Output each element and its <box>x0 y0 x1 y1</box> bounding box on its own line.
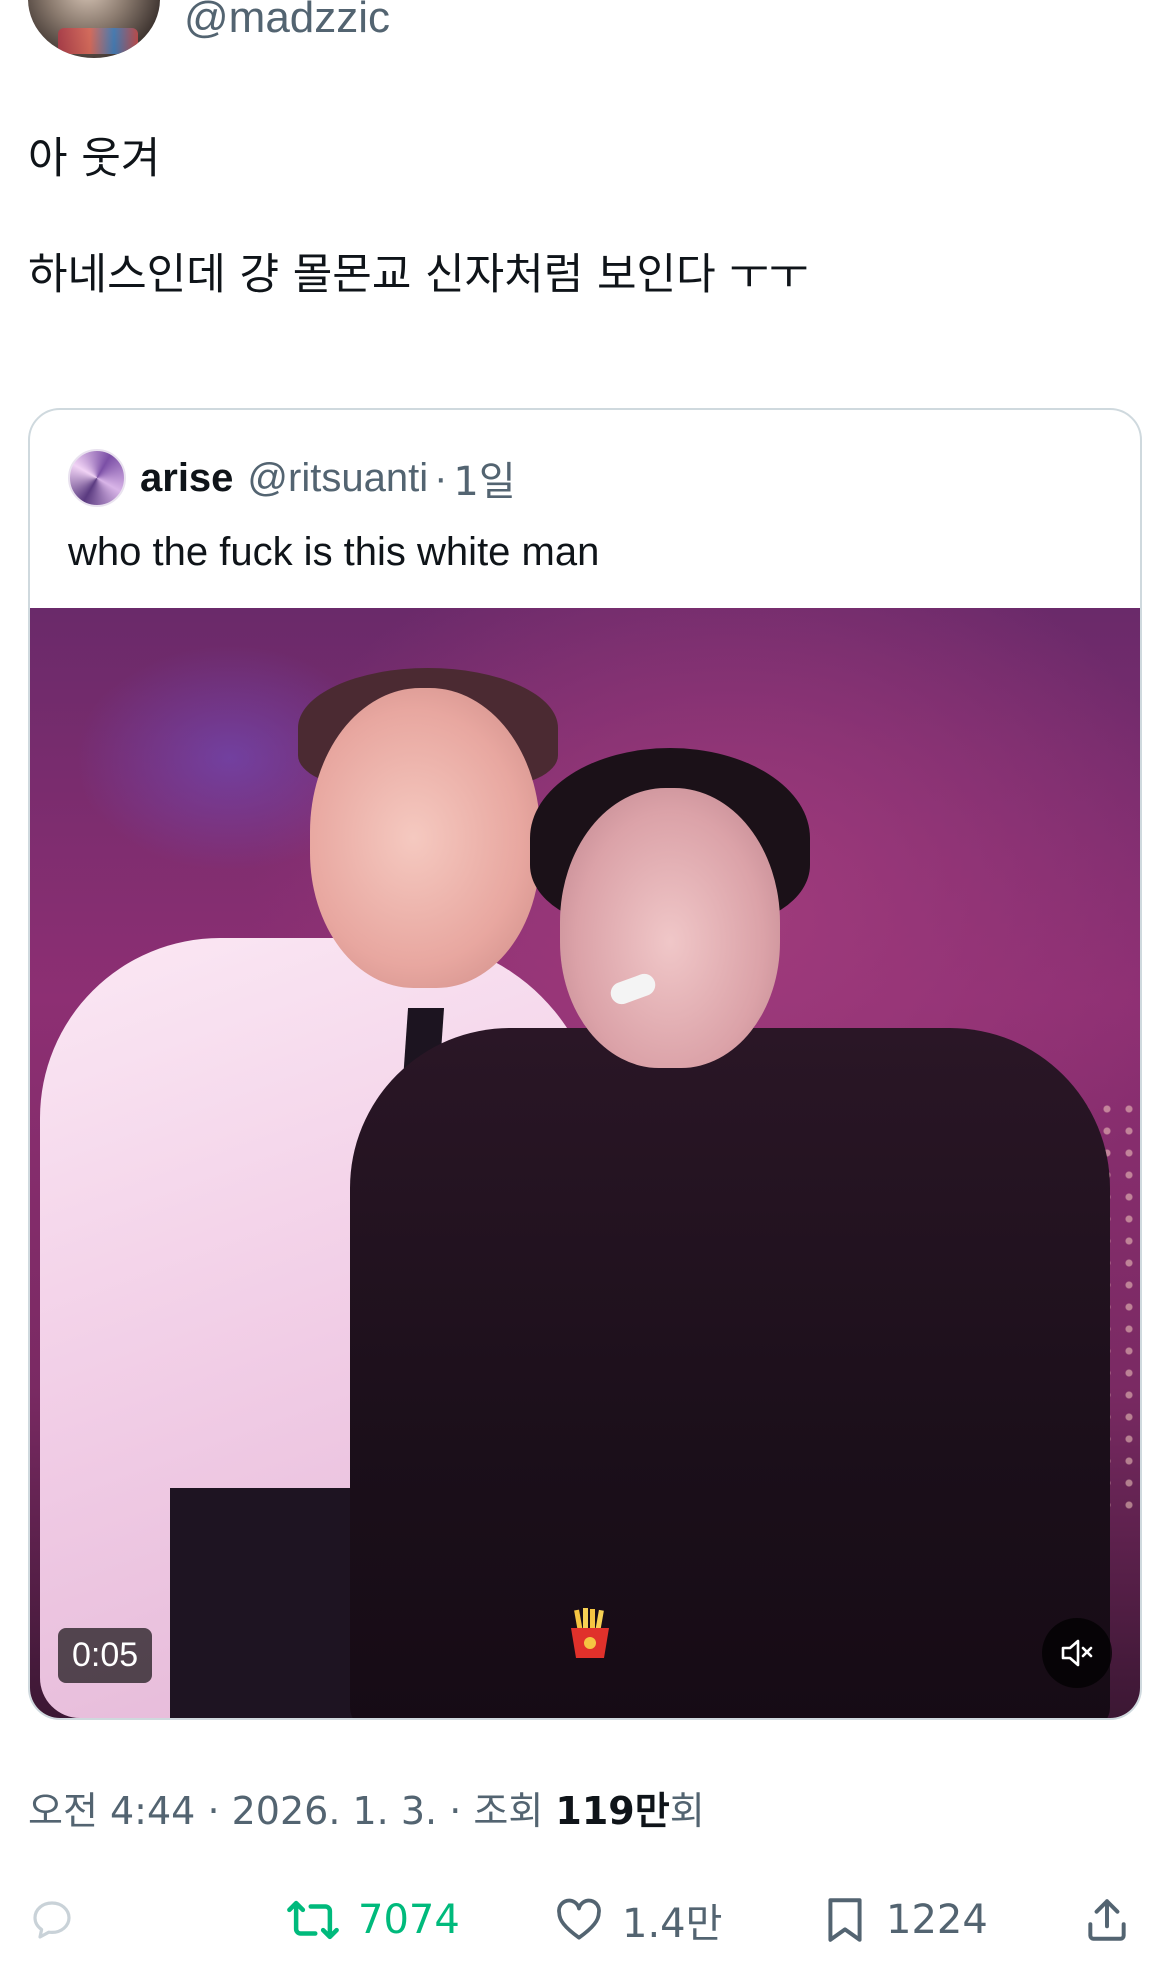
retweet-count: 7074 <box>358 1897 460 1943</box>
views-count: 119만 <box>555 1789 670 1833</box>
quoted-tweet-text: who the fuck is this white man <box>68 530 600 574</box>
share-icon <box>1088 1899 1126 1941</box>
volume-muted-icon <box>1061 1639 1093 1667</box>
tweet-body: 아 웃겨 하네스인데 걍 몰몬교 신자처럼 보인다 ㅜㅜ <box>28 130 1128 304</box>
meta-separator: · <box>207 1789 220 1833</box>
author-handle[interactable]: @madzzic <box>184 0 390 44</box>
bookmark-count: 1224 <box>886 1897 988 1943</box>
video-figure-left-head <box>310 688 540 988</box>
quoted-author-handle[interactable]: @ritsuanti <box>247 456 428 501</box>
retweet-button[interactable]: 7074 <box>286 1880 460 1960</box>
bookmark-button[interactable]: 1224 <box>822 1880 988 1960</box>
quoted-author-avatar[interactable] <box>68 449 126 507</box>
post-date[interactable]: 2026. 1. 3. <box>232 1789 437 1833</box>
quoted-separator: · <box>434 455 448 500</box>
meta-separator: · <box>449 1789 462 1833</box>
quoted-author-name[interactable]: arise <box>140 456 233 501</box>
tweet-line-2: 하네스인데 걍 몰몬교 신자처럼 보인다 ㅜㅜ <box>28 250 809 300</box>
quoted-tweet-card[interactable]: arise @ritsuanti · 1일 who the fuck is th… <box>28 408 1142 1720</box>
bookmark-icon <box>828 1898 862 1942</box>
like-count: 1.4만 <box>622 1901 723 1947</box>
video-player[interactable]: 0:05 <box>30 608 1140 1718</box>
quoted-tweet-header: arise @ritsuanti · 1일 <box>68 448 516 508</box>
quoted-time[interactable]: 1일 <box>453 449 515 507</box>
views-label: 조회 <box>473 1789 544 1833</box>
post-time[interactable]: 오전 4:44 <box>28 1789 195 1833</box>
video-figure-right-head <box>560 788 780 1068</box>
mute-button[interactable] <box>1042 1618 1112 1688</box>
views-suffix: 회 <box>669 1789 705 1833</box>
reply-icon <box>33 1901 71 1939</box>
action-bar: 7074 1.4만 1224 <box>0 1880 1170 1960</box>
video-figure-right <box>350 1028 1110 1718</box>
tweet-detail: @madzzic 아 웃겨 하네스인데 걍 몰몬교 신자처럼 보인다 ㅜㅜ ar… <box>0 0 1170 1963</box>
heart-icon <box>557 1898 601 1940</box>
reply-button[interactable] <box>28 1880 76 1960</box>
author-avatar[interactable] <box>28 0 160 58</box>
like-button[interactable]: 1.4만 <box>554 1880 722 1960</box>
retweet-icon <box>287 1900 339 1940</box>
tweet-metadata: 오전 4:44 · 2026. 1. 3. · 조회 119만회 <box>28 1786 705 1836</box>
tweet-line-1: 아 웃겨 <box>28 134 161 184</box>
french-fries-icon <box>571 1608 609 1658</box>
video-duration: 0:05 <box>58 1628 153 1683</box>
share-button[interactable] <box>1082 1880 1132 1960</box>
